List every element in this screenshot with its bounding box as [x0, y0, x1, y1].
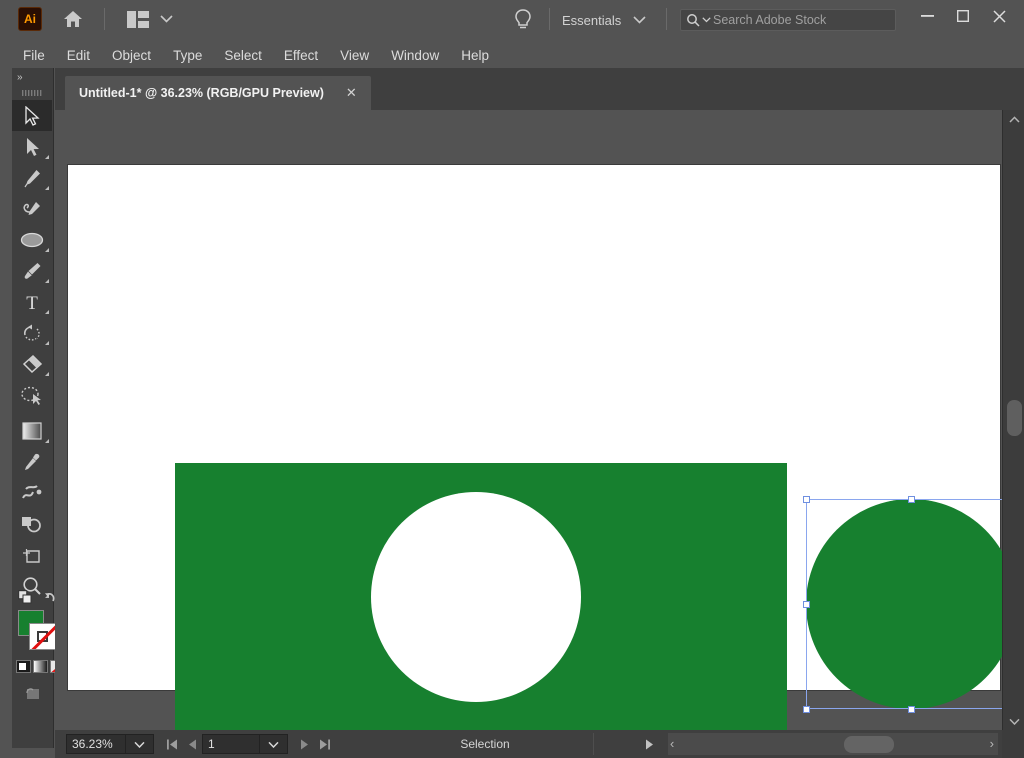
arrange-chevron-down-icon[interactable] — [159, 12, 173, 26]
vertical-scrollbar-thumb[interactable] — [1007, 400, 1022, 436]
eyedropper-tool[interactable] — [12, 446, 52, 477]
toolbar-expand-icon[interactable]: » — [12, 68, 53, 86]
rotate-tool[interactable] — [12, 317, 52, 348]
titlebar-divider-1 — [104, 8, 105, 30]
menu-bar: File Edit Object Type Select Effect View… — [0, 42, 1024, 68]
workspace-label: Essentials — [562, 13, 621, 28]
menu-select[interactable]: Select — [213, 45, 273, 66]
document-tab-bar: Untitled-1* @ 36.23% (RGB/GPU Preview) ✕ — [55, 68, 1024, 110]
lasso-tool[interactable] — [12, 379, 52, 410]
first-artboard-icon[interactable] — [162, 733, 182, 755]
scrollbar-corner — [1002, 730, 1024, 758]
blend-tool[interactable] — [12, 477, 52, 508]
ellipse-tool[interactable] — [12, 224, 52, 255]
canvas-area[interactable] — [55, 110, 1002, 730]
document-tab-close-icon[interactable]: ✕ — [346, 85, 357, 101]
handle-bottom-left[interactable] — [803, 706, 810, 713]
status-menu-arrow-icon[interactable] — [645, 739, 654, 750]
hscroll-right-arrow-icon[interactable]: › — [990, 736, 994, 751]
tool-flyout-corner — [45, 372, 49, 376]
document-tab-title: Untitled-1* @ 36.23% (RGB/GPU Preview) — [79, 86, 324, 100]
tool-flyout-corner — [45, 439, 49, 443]
zoom-level-chevron-down-icon[interactable] — [126, 734, 154, 754]
screen-mode-icon[interactable] — [24, 684, 42, 702]
menu-file[interactable]: File — [12, 45, 56, 66]
search-placeholder: Search Adobe Stock — [713, 13, 826, 27]
tool-flyout-corner — [45, 248, 49, 252]
illustrator-window: Ai Essentials — [0, 0, 1024, 758]
titlebar-divider-3 — [666, 8, 667, 30]
svg-text:T: T — [26, 293, 38, 312]
white-circle[interactable] — [371, 492, 581, 702]
horizontal-scrollbar-thumb[interactable] — [844, 736, 894, 753]
shape-builder-tool[interactable] — [12, 508, 52, 539]
tool-flyout-corner — [45, 279, 49, 283]
status-divider — [593, 733, 594, 755]
fill-stroke-controls — [12, 606, 54, 716]
menu-view[interactable]: View — [329, 45, 380, 66]
arrange-documents-icon[interactable] — [127, 10, 149, 28]
selection-bounding-box — [806, 499, 1002, 709]
tool-flyout-corner — [45, 186, 49, 190]
menu-help[interactable]: Help — [450, 45, 500, 66]
handle-middle-left[interactable] — [803, 601, 810, 608]
menu-effect[interactable]: Effect — [273, 45, 329, 66]
gradient-mode-button[interactable] — [33, 660, 48, 673]
window-close-button[interactable] — [977, 0, 1021, 32]
swap-fill-stroke-icon[interactable] — [18, 590, 33, 605]
tool-flyout-corner — [45, 310, 49, 314]
previous-artboard-icon[interactable] — [182, 733, 202, 755]
menu-object[interactable]: Object — [101, 45, 162, 66]
tool-flyout-corner — [45, 341, 49, 345]
vertical-scrollbar[interactable] — [1002, 110, 1024, 730]
scroll-down-chevron-down-icon[interactable] — [1003, 712, 1024, 730]
hscroll-left-arrow-icon[interactable]: ‹ — [670, 736, 674, 751]
paintbrush-tool[interactable] — [12, 255, 52, 286]
stroke-none-slash-icon — [31, 624, 56, 650]
default-fill-stroke-icon[interactable] — [42, 590, 56, 604]
artboard-number-input[interactable]: 1 — [202, 734, 260, 754]
curvature-tool[interactable] — [12, 193, 52, 224]
stroke-color-swatch[interactable] — [29, 623, 56, 650]
color-mode-button[interactable] — [16, 660, 31, 673]
handle-top-center[interactable] — [908, 496, 915, 503]
scroll-up-chevron-up-icon[interactable] — [1003, 110, 1024, 128]
handle-top-left[interactable] — [803, 496, 810, 503]
discover-bulb-icon[interactable] — [512, 8, 534, 32]
status-bar: 36.23% 1 Selection ‹ › — [55, 730, 1024, 758]
menu-edit[interactable]: Edit — [56, 45, 101, 66]
zoom-level-input[interactable]: 36.23% — [66, 734, 126, 754]
last-artboard-icon[interactable] — [314, 733, 334, 755]
direct-selection-tool[interactable] — [12, 131, 52, 162]
artboard[interactable] — [68, 165, 1000, 690]
titlebar-divider-2 — [549, 8, 550, 30]
selection-tool[interactable] — [12, 100, 52, 131]
current-tool-label[interactable]: Selection — [385, 737, 585, 751]
search-adobe-stock-input[interactable]: Search Adobe Stock — [680, 9, 896, 31]
type-tool[interactable]: T — [12, 286, 52, 317]
tools-panel: » — [12, 68, 54, 748]
tool-flyout-corner — [45, 155, 49, 159]
horizontal-scrollbar[interactable]: ‹ › — [668, 733, 998, 755]
search-chevron-down-icon[interactable] — [702, 17, 711, 23]
workspace-chevron-down-icon[interactable] — [633, 16, 646, 24]
app-logo-icon: Ai — [18, 7, 42, 31]
artboard-tool[interactable] — [12, 539, 52, 570]
pen-tool[interactable] — [12, 162, 52, 193]
handle-bottom-center[interactable] — [908, 706, 915, 713]
menu-window[interactable]: Window — [380, 45, 450, 66]
document-tab[interactable]: Untitled-1* @ 36.23% (RGB/GPU Preview) ✕ — [65, 76, 371, 110]
eraser-tool[interactable] — [12, 348, 52, 379]
gradient-tool[interactable] — [12, 415, 52, 446]
home-icon[interactable] — [62, 8, 84, 30]
artboard-chevron-down-icon[interactable] — [260, 734, 288, 754]
workspace-switcher[interactable]: Essentials — [562, 10, 646, 30]
next-artboard-icon[interactable] — [294, 733, 314, 755]
search-icon — [686, 13, 700, 27]
title-bar: Ai Essentials — [0, 0, 1024, 38]
toolbar-drag-grip[interactable] — [12, 86, 53, 100]
menu-type[interactable]: Type — [162, 45, 213, 66]
